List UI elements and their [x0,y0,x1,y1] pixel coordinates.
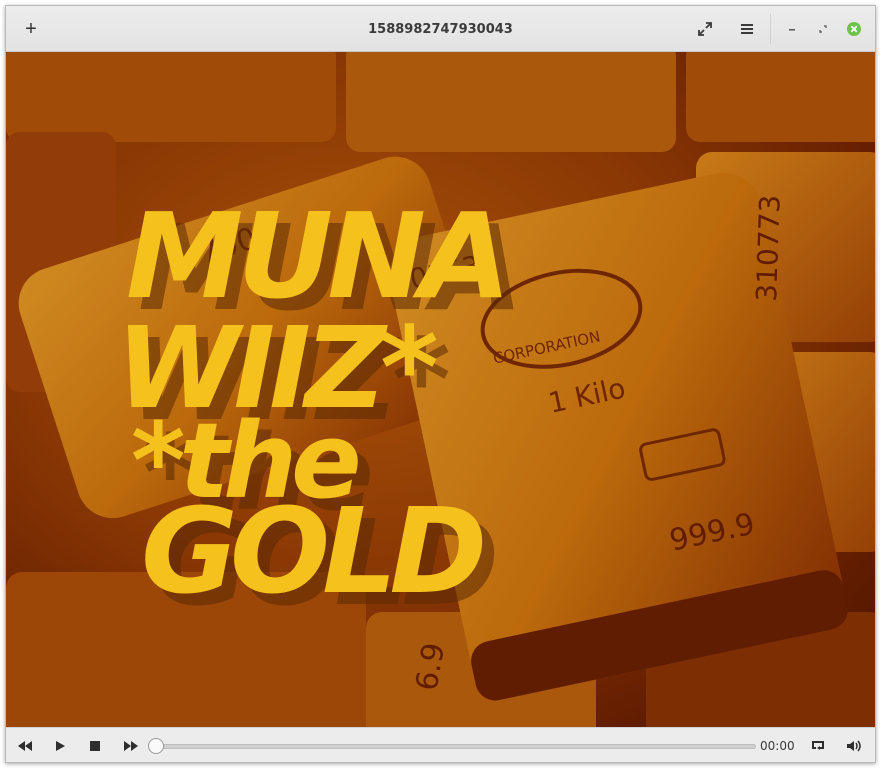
volume-button[interactable] [839,732,869,760]
fullscreen-icon [698,22,712,36]
volume-icon [847,740,861,752]
artwork-line: GOLD [141,482,482,620]
hamburger-menu-icon [741,24,753,34]
play-button[interactable] [45,732,75,760]
menu-button[interactable] [732,14,762,44]
minimize-button[interactable] [777,14,807,44]
rewind-button[interactable] [10,732,40,760]
fast-forward-button[interactable] [116,732,146,760]
header-separator [770,14,771,44]
stop-button[interactable] [80,732,110,760]
gold-bars-artwork: 7001 0153 CORPORATION 1 Kilo 999.9 31077… [6,52,875,727]
fast-forward-icon [124,741,138,751]
seek-bar[interactable] [156,744,756,749]
seek-handle[interactable] [148,738,164,754]
video-frame[interactable]: 7001 0153 CORPORATION 1 Kilo 999.9 31077… [6,52,875,727]
minimize-icon [789,29,795,31]
fullscreen-button[interactable] [690,14,720,44]
playback-controls: 00:00 [6,727,875,762]
repeat-button[interactable] [803,732,833,760]
close-button[interactable] [839,14,869,44]
close-icon [847,22,861,36]
plus-icon: + [25,18,37,40]
restore-icon [819,25,827,33]
rewind-icon [18,741,32,751]
stop-icon [90,741,100,751]
repeat-icon [812,741,824,750]
new-tab-button[interactable]: + [16,14,46,44]
header-bar: + 1588982747930043 [6,6,875,52]
elapsed-time: 00:00 [760,739,795,753]
media-player-window: + 1588982747930043 7001 0153 CORPORATION… [5,5,876,763]
play-icon [56,741,65,751]
restore-button[interactable] [808,14,838,44]
